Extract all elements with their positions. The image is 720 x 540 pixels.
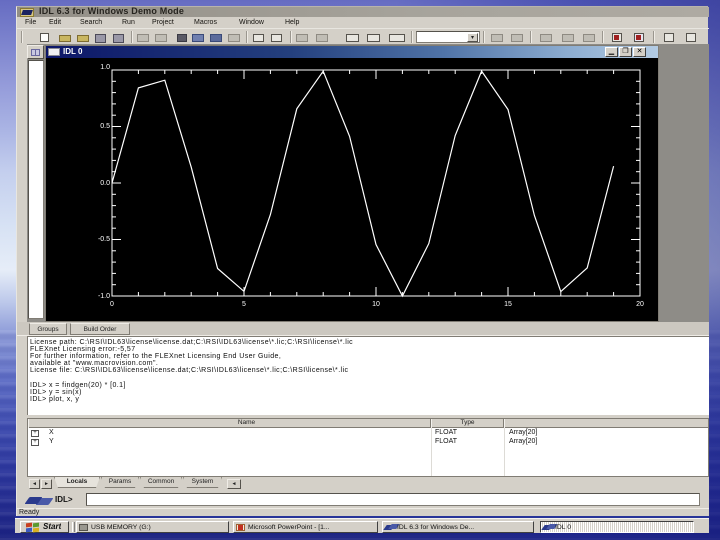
svg-text:-1.0: -1.0 (98, 293, 110, 300)
svg-text:5: 5 (242, 301, 246, 308)
svg-text:15: 15 (504, 301, 512, 308)
svg-text:0.0: 0.0 (100, 180, 110, 187)
svg-text:1.0: 1.0 (100, 64, 110, 71)
svg-text:-0.5: -0.5 (98, 236, 110, 243)
svg-text:10: 10 (372, 301, 380, 308)
svg-text:0: 0 (110, 301, 114, 308)
svg-text:20: 20 (636, 301, 644, 308)
svg-text:0.5: 0.5 (100, 123, 110, 130)
